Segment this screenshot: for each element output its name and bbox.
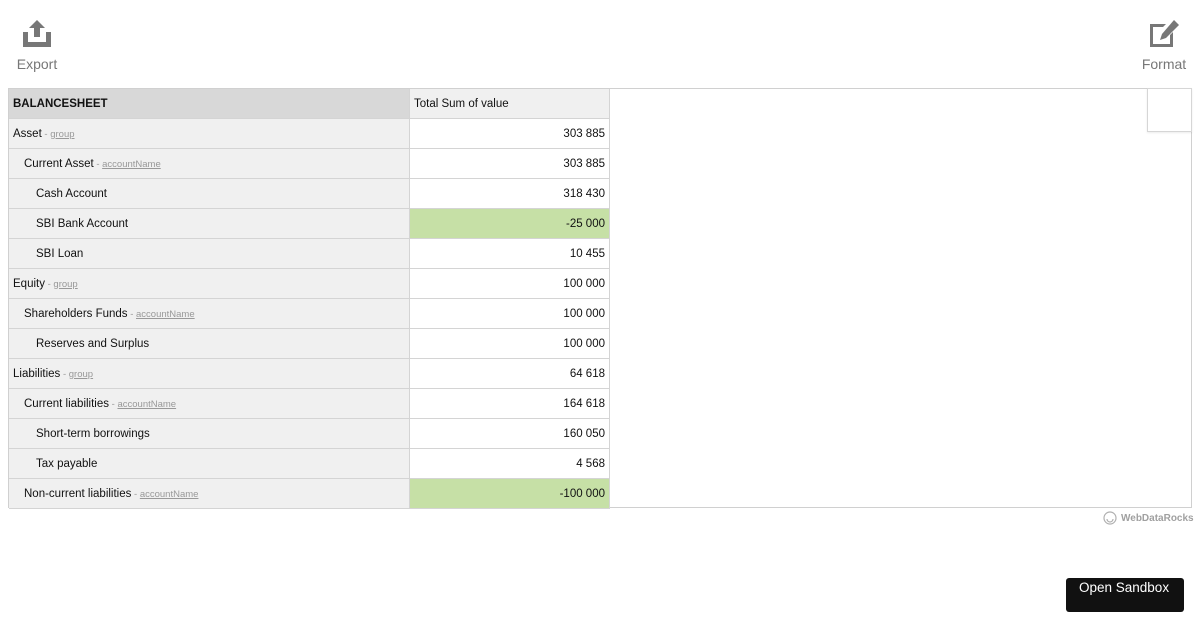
row-label: Tax payable (36, 457, 98, 470)
row-field-link[interactable]: accountName (136, 309, 195, 320)
row-header-cell[interactable]: Tax payable (9, 448, 410, 479)
format-label: Format (1141, 56, 1187, 72)
row-header-cell[interactable]: Non-current liabilities - accountName (9, 478, 410, 509)
row-header-cell[interactable]: Current liabilities - accountName (9, 388, 410, 419)
value-cell[interactable]: 100 000 (409, 328, 610, 359)
value-cell[interactable]: -100 000 (409, 478, 610, 509)
row-label: SBI Loan (36, 247, 84, 260)
brand-name: WebDataRocks (1121, 512, 1194, 524)
row-field-link[interactable]: group (53, 279, 77, 290)
row-header-cell[interactable]: SBI Bank Account (9, 208, 410, 239)
row-header-cell[interactable]: Asset - group (9, 118, 410, 149)
export-button[interactable]: Export (14, 18, 60, 72)
value-cell[interactable]: 64 618 (409, 358, 610, 389)
row-field-hint: - group (60, 369, 93, 380)
row-label: Equity (13, 277, 45, 290)
table-row: Short-term borrowings 160 050 (9, 418, 610, 449)
table-row: Asset - group 303 885 (9, 118, 610, 149)
row-header-cell[interactable]: Shareholders Funds - accountName (9, 298, 410, 329)
value-cell[interactable]: 10 455 (409, 238, 610, 269)
export-icon (23, 20, 51, 47)
row-field-hint: - accountName (109, 399, 176, 410)
table-row: SBI Bank Account -25 000 (9, 208, 610, 239)
row-field-link[interactable]: accountName (117, 399, 176, 410)
row-label: Liabilities (13, 367, 61, 380)
row-field-hint: - accountName (128, 309, 195, 320)
row-header-cell[interactable]: Equity - group (9, 268, 410, 299)
row-field-hint: - group (42, 129, 74, 140)
value-cell[interactable]: 164 618 (409, 388, 610, 419)
row-header-cell[interactable]: Cash Account (9, 178, 410, 209)
value-cell[interactable]: 160 050 (409, 418, 610, 449)
row-header-cell[interactable]: SBI Loan (9, 238, 410, 269)
row-label: Reserves and Surplus (36, 337, 150, 350)
export-label: Export (16, 56, 58, 72)
value-cell[interactable]: 4 568 (409, 448, 610, 479)
row-label: SBI Bank Account (36, 217, 129, 230)
measure-header[interactable]: Total Sum of value (409, 89, 610, 119)
row-label: Asset (13, 127, 42, 140)
table-row: Current Asset - accountName 303 885 (9, 148, 610, 179)
row-label: Shareholders Funds (24, 307, 128, 320)
row-header-cell[interactable]: Reserves and Surplus (9, 328, 410, 359)
row-label: Current liabilities (24, 397, 110, 410)
rows-header[interactable]: BALANCESHEET (9, 89, 410, 119)
value-cell[interactable]: 100 000 (409, 298, 610, 329)
row-field-hint: - accountName (94, 159, 161, 170)
row-label: Current Asset (24, 157, 94, 170)
row-header-cell[interactable]: Short-term borrowings (9, 418, 410, 449)
row-header-cell[interactable]: Liabilities - group (9, 358, 410, 389)
table-row: Liabilities - group 64 618 (9, 358, 610, 389)
row-field-link[interactable]: accountName (140, 489, 199, 500)
table-row: Shareholders Funds - accountName 100 000 (9, 298, 610, 329)
value-cell[interactable]: 318 430 (409, 178, 610, 209)
row-header-cell[interactable]: Current Asset - accountName (9, 148, 410, 179)
table-row: Equity - group 100 000 (9, 268, 610, 299)
brand-icon (1103, 511, 1117, 525)
row-label: Short-term borrowings (36, 427, 150, 440)
pivot-table: BALANCESHEET Total Sum of value Asset - … (9, 89, 610, 509)
value-cell[interactable]: 303 885 (409, 118, 610, 149)
pivot-grid: BALANCESHEET Total Sum of value Asset - … (8, 88, 1192, 509)
row-field-link[interactable]: accountName (102, 159, 161, 170)
value-cell[interactable]: -25 000 (409, 208, 610, 239)
table-row: SBI Loan 10 455 (9, 238, 610, 269)
row-field-hint: - accountName (131, 489, 198, 500)
table-row: Reserves and Surplus 100 000 (9, 328, 610, 359)
value-cell[interactable]: 303 885 (409, 148, 610, 179)
row-label: Non-current liabilities (24, 487, 132, 500)
brand-logo[interactable]: WebDataRocks (1103, 511, 1194, 525)
format-button[interactable]: Format (1138, 18, 1190, 72)
table-row: Tax payable 4 568 (9, 448, 610, 479)
open-sandbox-button[interactable]: Open Sandbox (1066, 578, 1184, 612)
row-field-link[interactable]: group (50, 129, 74, 140)
scroll-corner (1147, 88, 1192, 132)
value-cell[interactable]: 100 000 (409, 268, 610, 299)
format-icon (1150, 20, 1179, 47)
table-row: Cash Account 318 430 (9, 178, 610, 209)
table-row: Current liabilities - accountName 164 618 (9, 388, 610, 419)
row-field-hint: - group (45, 279, 78, 290)
row-label: Cash Account (36, 187, 107, 200)
table-row: Non-current liabilities - accountName -10… (9, 478, 610, 509)
header-row: BALANCESHEET Total Sum of value (9, 89, 610, 119)
row-field-link[interactable]: group (69, 369, 93, 380)
